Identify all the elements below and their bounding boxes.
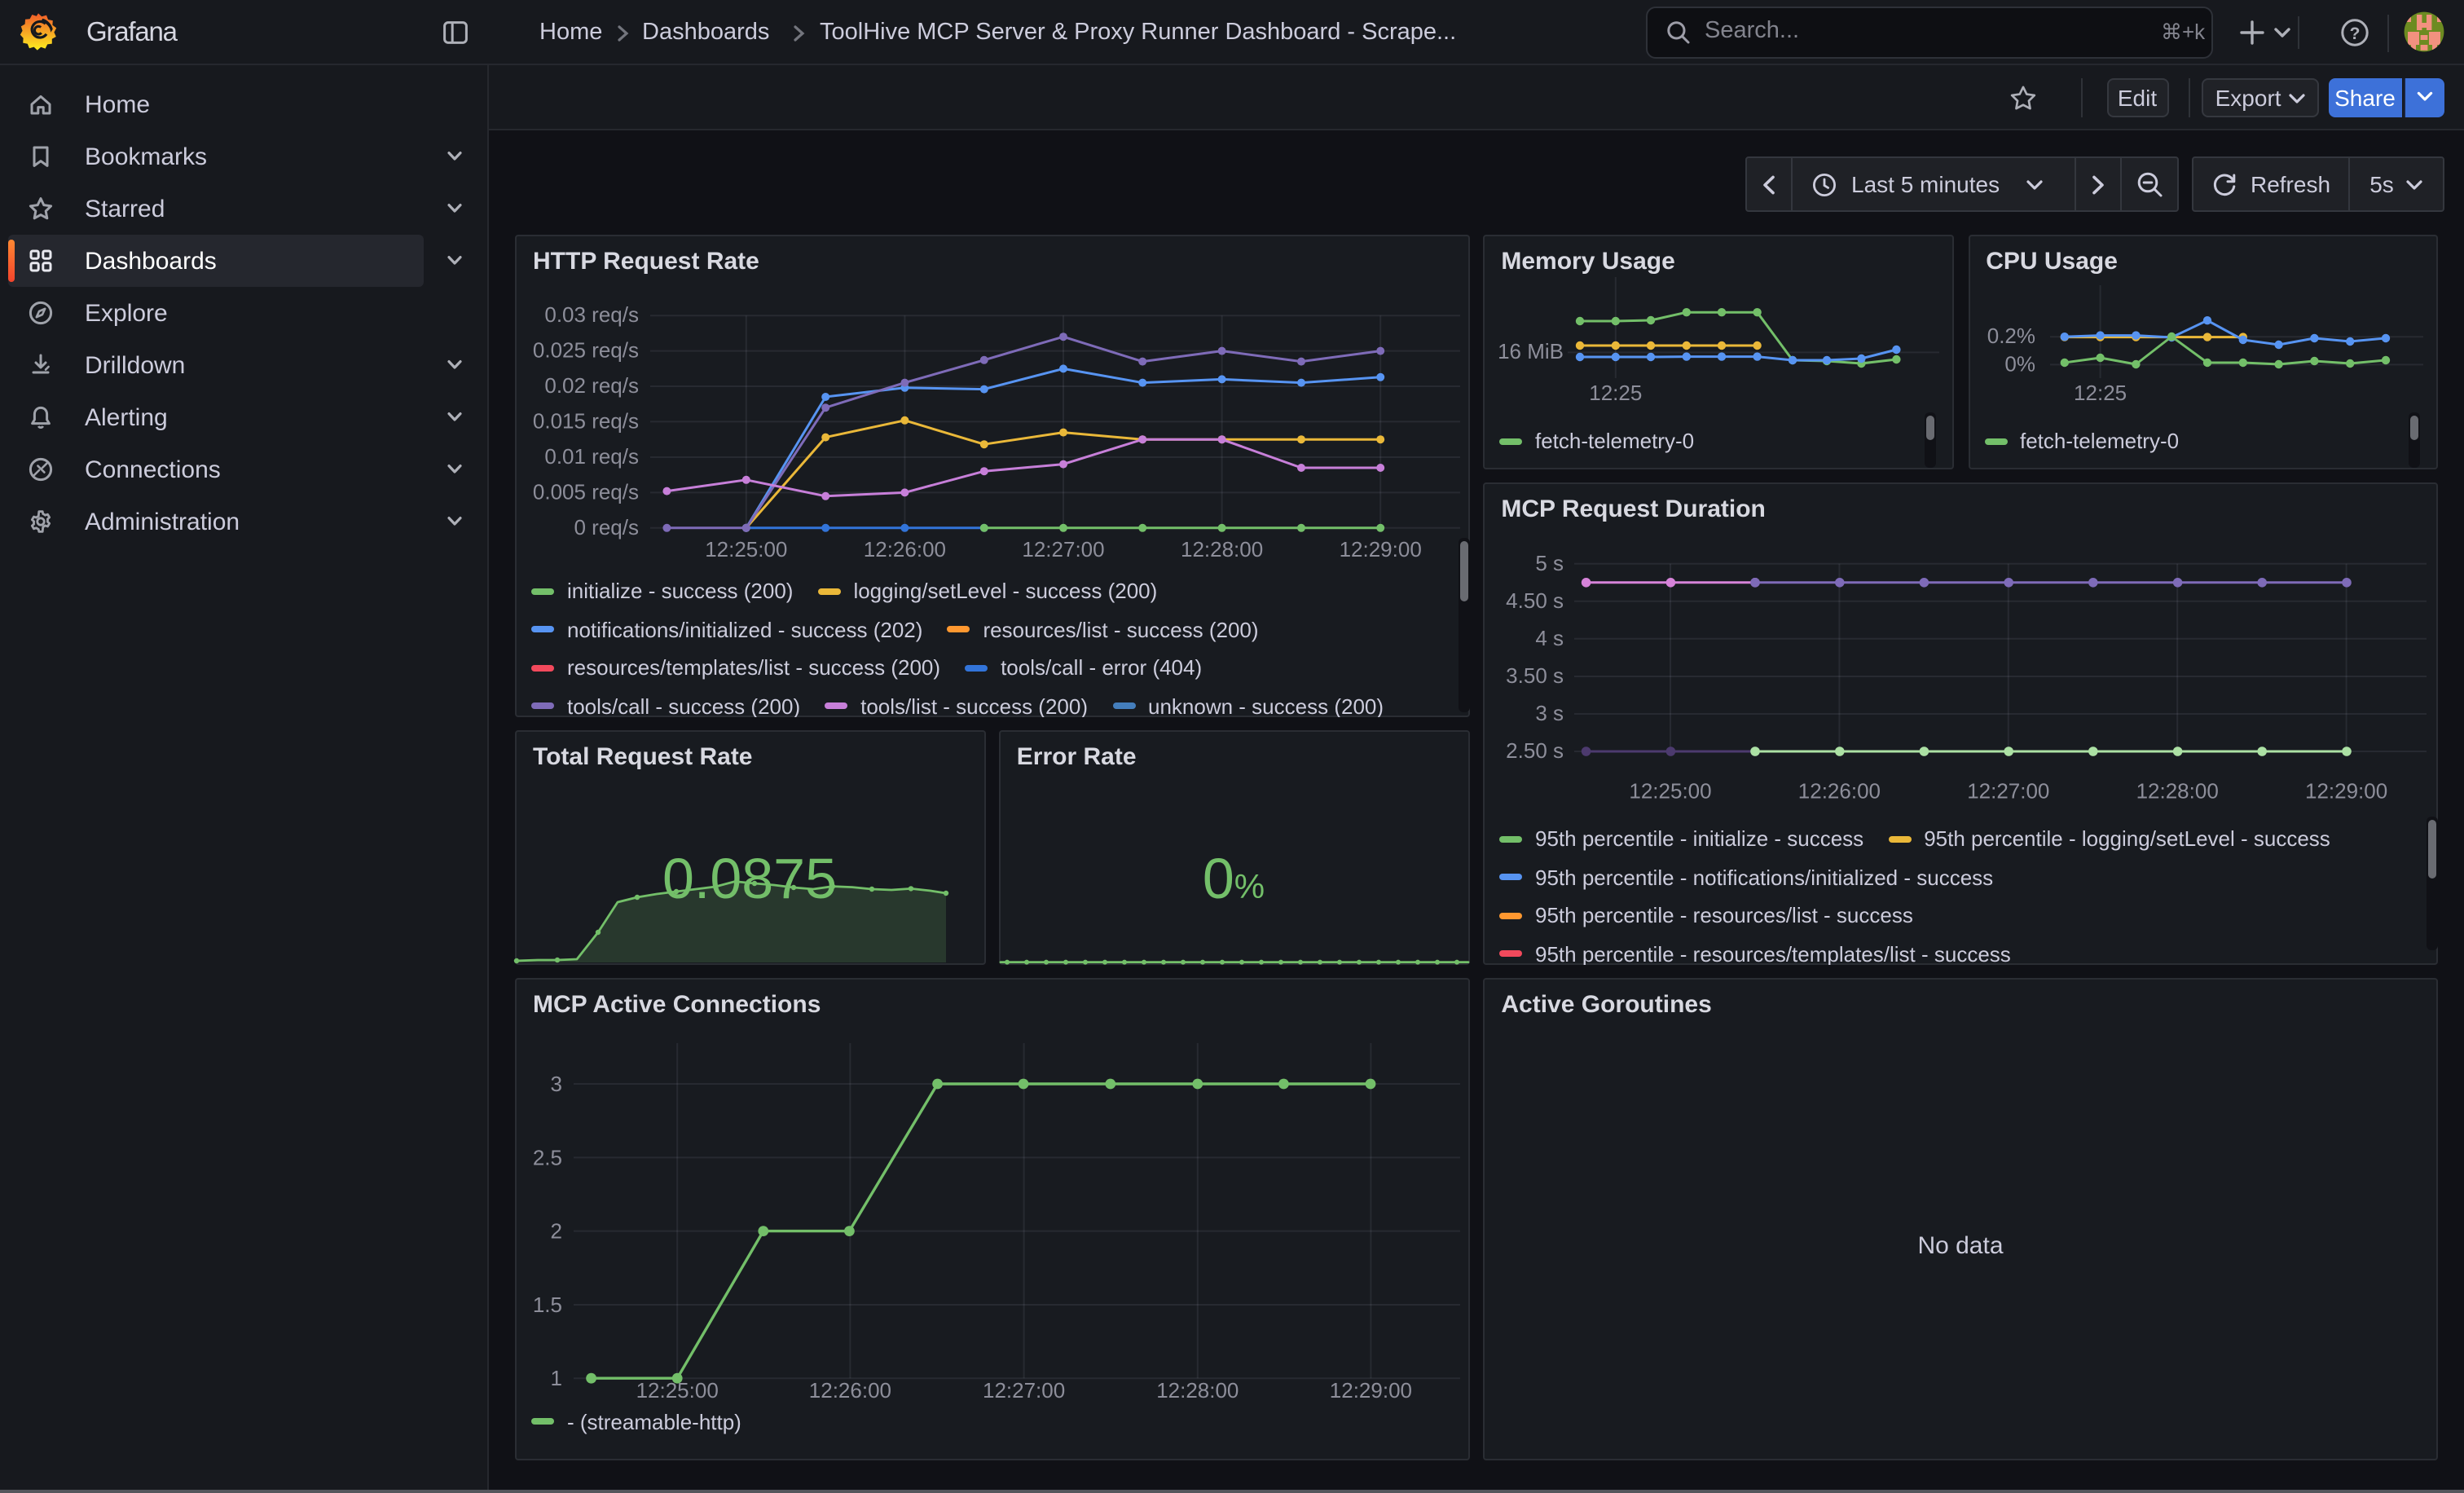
- svg-text:?: ?: [2350, 24, 2361, 43]
